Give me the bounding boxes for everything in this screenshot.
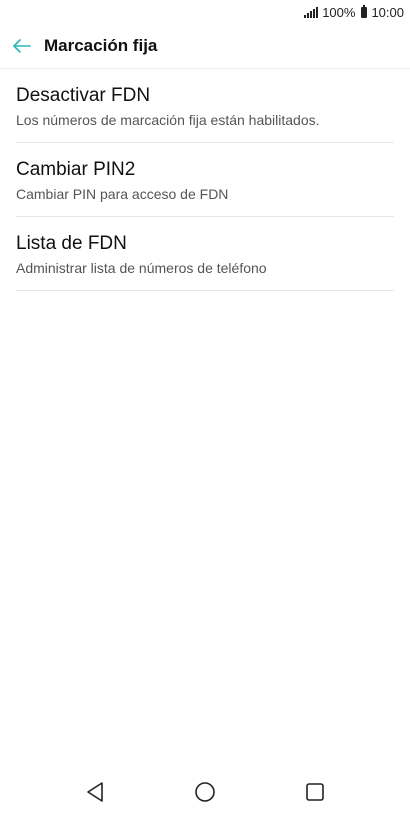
list-item-subtitle: Cambiar PIN para acceso de FDN	[16, 186, 229, 202]
signal-icon	[304, 6, 319, 18]
nav-home-button[interactable]	[183, 770, 227, 814]
battery-percent: 100%	[322, 4, 356, 20]
list-item-fdn-list[interactable]: Lista de FDN Administrar lista de número…	[16, 217, 394, 291]
settings-list: Desactivar FDN Los números de marcación …	[16, 69, 394, 291]
app-bar: Marcación fija	[0, 24, 410, 69]
back-button[interactable]	[0, 24, 44, 68]
clock: 10:00	[371, 4, 404, 20]
status-bar: 100% 10:00	[0, 0, 410, 24]
arrow-left-icon	[13, 39, 31, 53]
list-item-disable-fdn[interactable]: Desactivar FDN Los números de marcación …	[16, 69, 394, 143]
list-item-title: Cambiar PIN2	[16, 159, 136, 180]
list-item-title: Desactivar FDN	[16, 85, 151, 106]
recents-square-icon	[306, 783, 324, 801]
list-item-change-pin2[interactable]: Cambiar PIN2 Cambiar PIN para acceso de …	[16, 143, 394, 217]
navigation-bar	[0, 764, 410, 820]
list-item-title: Lista de FDN	[16, 233, 127, 254]
page-title: Marcación fija	[44, 36, 158, 55]
list-item-subtitle: Administrar lista de números de teléfono	[16, 260, 267, 276]
battery-icon	[361, 4, 368, 18]
home-circle-icon	[195, 782, 215, 802]
nav-back-button[interactable]	[73, 770, 117, 814]
nav-recents-button[interactable]	[293, 770, 337, 814]
list-item-subtitle: Los números de marcación fija están habi…	[16, 112, 320, 128]
back-triangle-icon	[87, 782, 103, 802]
